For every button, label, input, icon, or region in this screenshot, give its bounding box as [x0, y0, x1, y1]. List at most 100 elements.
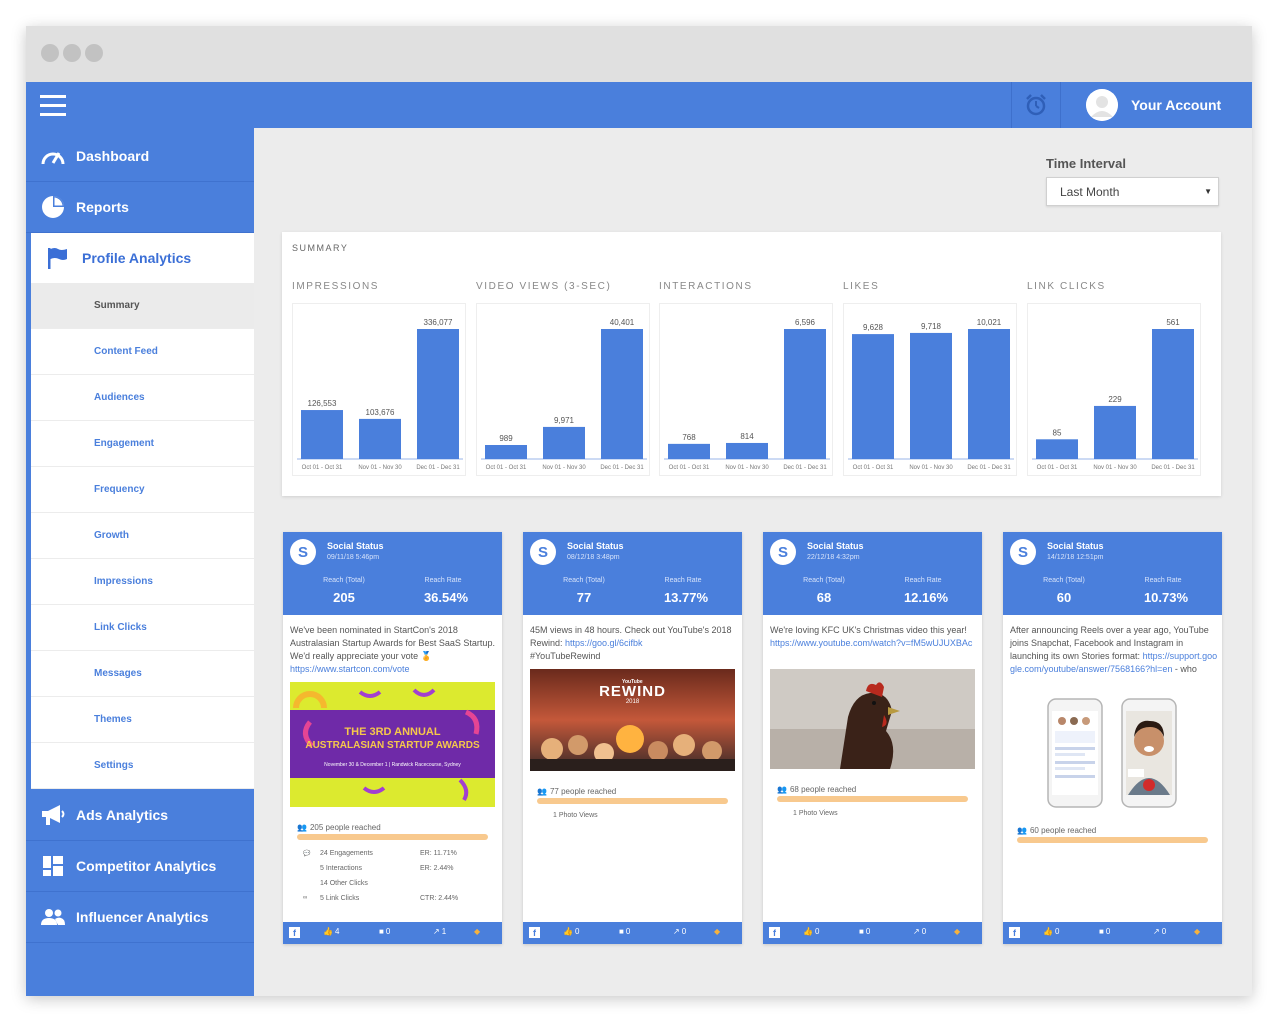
sidebar-item-competitor-analytics[interactable]: Competitor Analytics	[26, 841, 254, 892]
window-minimize-dot[interactable]	[63, 44, 81, 62]
facebook-icon[interactable]: f	[529, 927, 540, 938]
post-header: S Social Status 14/12/18 12:51pm Reach (Tot…	[1003, 532, 1222, 615]
people-icon: 👥	[297, 823, 307, 832]
subnav-settings[interactable]: Settings	[31, 743, 254, 789]
post-footer: f 👍 4 ■ 0 ↗ 1 ◆	[283, 922, 502, 944]
people-reached-label: 68 people reached	[789, 785, 857, 794]
post-text: 45M views in 48 hours. Check out YouTube…	[530, 624, 738, 663]
chart-bar[interactable]	[301, 410, 343, 459]
post-image: YouTube REWIND 2018	[530, 669, 735, 771]
likes-value: 0	[814, 927, 820, 936]
subnav-themes[interactable]: Themes	[31, 697, 254, 743]
bar-value-label: 103,676	[366, 408, 395, 417]
window-close-dot[interactable]	[41, 44, 59, 62]
window-maximize-dot[interactable]	[85, 44, 103, 62]
time-interval-select[interactable]: Last Month ▼	[1046, 177, 1219, 206]
photo-views-stat: 1 Photo Views	[553, 812, 598, 819]
chart-bar[interactable]	[359, 418, 401, 459]
comment-icon: ■	[379, 927, 384, 936]
comments-count[interactable]: ■ 0	[379, 927, 390, 936]
comments-count[interactable]: ■ 0	[619, 927, 630, 936]
x-tick-label: Dec 01 - Dec 31	[600, 465, 644, 471]
x-tick-label: Nov 01 - Nov 30	[909, 465, 953, 471]
facebook-icon[interactable]: f	[769, 927, 780, 938]
sidebar-item-ads-analytics[interactable]: Ads Analytics	[26, 790, 254, 841]
bar-value-label: 9,628	[863, 323, 884, 332]
tag-icon[interactable]: ◆	[1194, 927, 1200, 936]
shares-count[interactable]: ↗ 0	[673, 927, 686, 936]
subnav-messages[interactable]: Messages	[31, 651, 254, 697]
subnav-audiences[interactable]: Audiences	[31, 375, 254, 421]
chart-bar[interactable]	[601, 329, 643, 459]
subnav-growth[interactable]: Growth	[31, 513, 254, 559]
chart-bar[interactable]	[1094, 405, 1136, 459]
comments-count[interactable]: ■ 0	[1099, 927, 1110, 936]
chart-bar[interactable]	[1036, 439, 1078, 459]
tag-icon[interactable]: ◆	[954, 927, 960, 936]
sidebar-item-profile-analytics[interactable]: Profile Analytics	[31, 233, 254, 283]
post-date: 09/11/18 5:46pm	[327, 554, 380, 561]
chart-bar[interactable]	[852, 334, 894, 459]
reach-rate-value: 10.73%	[1143, 590, 1189, 605]
post-footer: f 👍 0 ■ 0 ↗ 0 ◆	[1003, 922, 1222, 944]
subnav-frequency[interactable]: Frequency	[31, 467, 254, 513]
chart-bar[interactable]	[726, 442, 768, 459]
reach-progress-bar	[1017, 837, 1208, 843]
post-footer: f 👍 0 ■ 0 ↗ 0 ◆	[763, 922, 982, 944]
chart-bar[interactable]	[784, 329, 826, 459]
facebook-icon[interactable]: f	[1009, 927, 1020, 938]
post-image: THE 3RD ANNUAL AUSTRALASIAN STARTUP AWARD…	[290, 682, 495, 807]
chart-bar[interactable]	[417, 329, 459, 459]
subnav-engagement[interactable]: Engagement	[31, 421, 254, 467]
bar-value-label: 768	[682, 433, 696, 442]
chart-bar[interactable]	[910, 332, 952, 459]
bar-chart: 989 Oct 01 - Oct 31 9,971 Nov 01 - Nov 30 40…	[476, 303, 650, 476]
chart-bar[interactable]	[1152, 329, 1194, 459]
users-icon	[40, 906, 66, 928]
facebook-icon[interactable]: f	[289, 927, 300, 938]
account-menu[interactable]: Your Account	[1086, 82, 1221, 128]
hamburger-menu-icon[interactable]	[40, 95, 66, 117]
subnav-impressions[interactable]: Impressions	[31, 559, 254, 605]
shares-count[interactable]: ↗ 0	[913, 927, 926, 936]
sidebar-item-label: Profile Analytics	[82, 250, 192, 266]
share-icon: ↗	[1153, 927, 1160, 936]
likes-count[interactable]: 👍 0	[803, 927, 819, 936]
subnav-content-feed[interactable]: Content Feed	[31, 329, 254, 375]
post-link[interactable]: https://www.startcon.com/vote	[290, 664, 410, 674]
tag-icon[interactable]: ◆	[474, 927, 480, 936]
shares-count[interactable]: ↗ 0	[1153, 927, 1166, 936]
comments-count[interactable]: ■ 0	[859, 927, 870, 936]
bar-chart: 9,628 Oct 01 - Oct 31 9,718 Nov 01 - Nov 30…	[843, 303, 1017, 476]
sidebar-item-reports[interactable]: Reports	[26, 182, 254, 233]
chart-bar[interactable]	[668, 443, 710, 459]
x-tick-label: Oct 01 - Oct 31	[1037, 465, 1078, 471]
alarm-clock-icon[interactable]	[1011, 82, 1061, 128]
sidebar-item-influencer-analytics[interactable]: Influencer Analytics	[26, 892, 254, 943]
sidebar-item-dashboard[interactable]: Dashboard	[26, 131, 254, 182]
likes-count[interactable]: 👍 0	[1043, 927, 1059, 936]
photo-views-stat: 1 Photo Views	[793, 810, 838, 817]
engagement-metric: ER: 2.44%	[420, 865, 454, 872]
likes-count[interactable]: 👍 4	[323, 927, 339, 936]
tag-icon[interactable]: ◆	[714, 927, 720, 936]
post-link[interactable]: https://goo.gl/6cifbk	[565, 638, 643, 648]
flag-icon	[46, 247, 70, 269]
chart-bar[interactable]	[543, 426, 585, 459]
chart-bar[interactable]	[968, 329, 1010, 459]
reach-total-value: 77	[576, 590, 592, 605]
shares-count[interactable]: ↗ 1	[433, 927, 446, 936]
subnav-link-clicks[interactable]: Link Clicks	[31, 605, 254, 651]
caret-down-icon: ▼	[1204, 187, 1212, 196]
bar-chart: 126,553 Oct 01 - Oct 31 103,676 Nov 01 - No…	[292, 303, 466, 476]
bar-value-label: 9,971	[554, 416, 575, 425]
likes-value: 0	[1054, 927, 1060, 936]
post-link[interactable]: https://www.youtube.com/watch?v=fM5wUJUX…	[770, 638, 972, 648]
chart-bar[interactable]	[485, 445, 527, 459]
reach-rate-label: Reach Rate	[1144, 577, 1182, 584]
subnav-summary[interactable]: Summary	[31, 283, 254, 329]
likes-count[interactable]: 👍 0	[563, 927, 579, 936]
post-card: S Social Status 22/12/18 4:32pm Reach (Tota…	[763, 532, 982, 944]
share-icon: ↗	[913, 927, 920, 936]
bar-value-label: 10,021	[977, 318, 1002, 327]
